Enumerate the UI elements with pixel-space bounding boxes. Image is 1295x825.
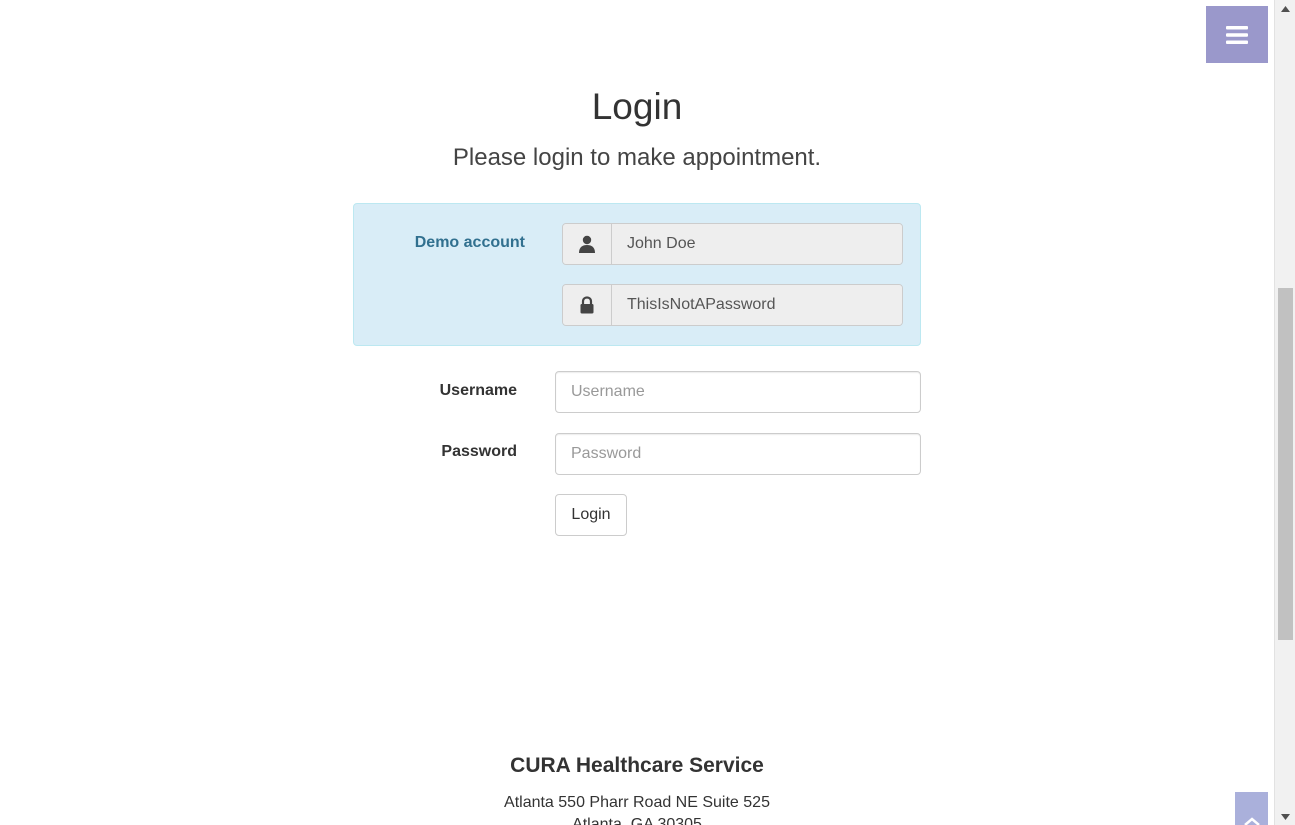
lock-icon (580, 296, 594, 314)
triangle-up-icon (1281, 5, 1290, 12)
login-button[interactable]: Login (555, 494, 627, 536)
scroll-to-top-button[interactable] (1235, 792, 1268, 825)
demo-account-label: Demo account (414, 234, 525, 251)
footer-address-line1: Atlanta 550 Pharr Road NE Suite 525 (504, 794, 770, 811)
password-input[interactable] (555, 433, 921, 475)
scroll-down-arrow[interactable] (1275, 808, 1295, 825)
footer-title: CURA Healthcare Service (510, 754, 764, 777)
chevron-up-icon (1243, 817, 1260, 825)
demo-username-field[interactable] (612, 224, 902, 264)
user-icon (579, 235, 595, 253)
demo-password-addon (563, 285, 612, 325)
menu-toggle-button[interactable] (1206, 6, 1268, 63)
demo-username-addon (563, 224, 612, 264)
username-label: Username (439, 382, 517, 399)
username-input[interactable] (555, 371, 921, 413)
scrollbar-thumb[interactable] (1278, 288, 1293, 640)
page-title: Login (591, 86, 683, 127)
demo-username-group (562, 223, 903, 265)
demo-password-group (562, 284, 903, 326)
vertical-scrollbar[interactable] (1274, 0, 1295, 825)
password-label: Password (441, 443, 517, 460)
page-subtitle: Please login to make appointment. (452, 144, 822, 171)
footer-address-line2: Atlanta, GA 30305 (572, 816, 702, 825)
demo-account-panel: Demo account (353, 203, 921, 346)
bars-icon (1226, 25, 1248, 44)
demo-password-field[interactable] (612, 285, 902, 325)
page: Login Please login to make appointment. … (0, 0, 1274, 825)
triangle-down-icon (1281, 813, 1290, 820)
scroll-up-arrow[interactable] (1275, 0, 1295, 17)
